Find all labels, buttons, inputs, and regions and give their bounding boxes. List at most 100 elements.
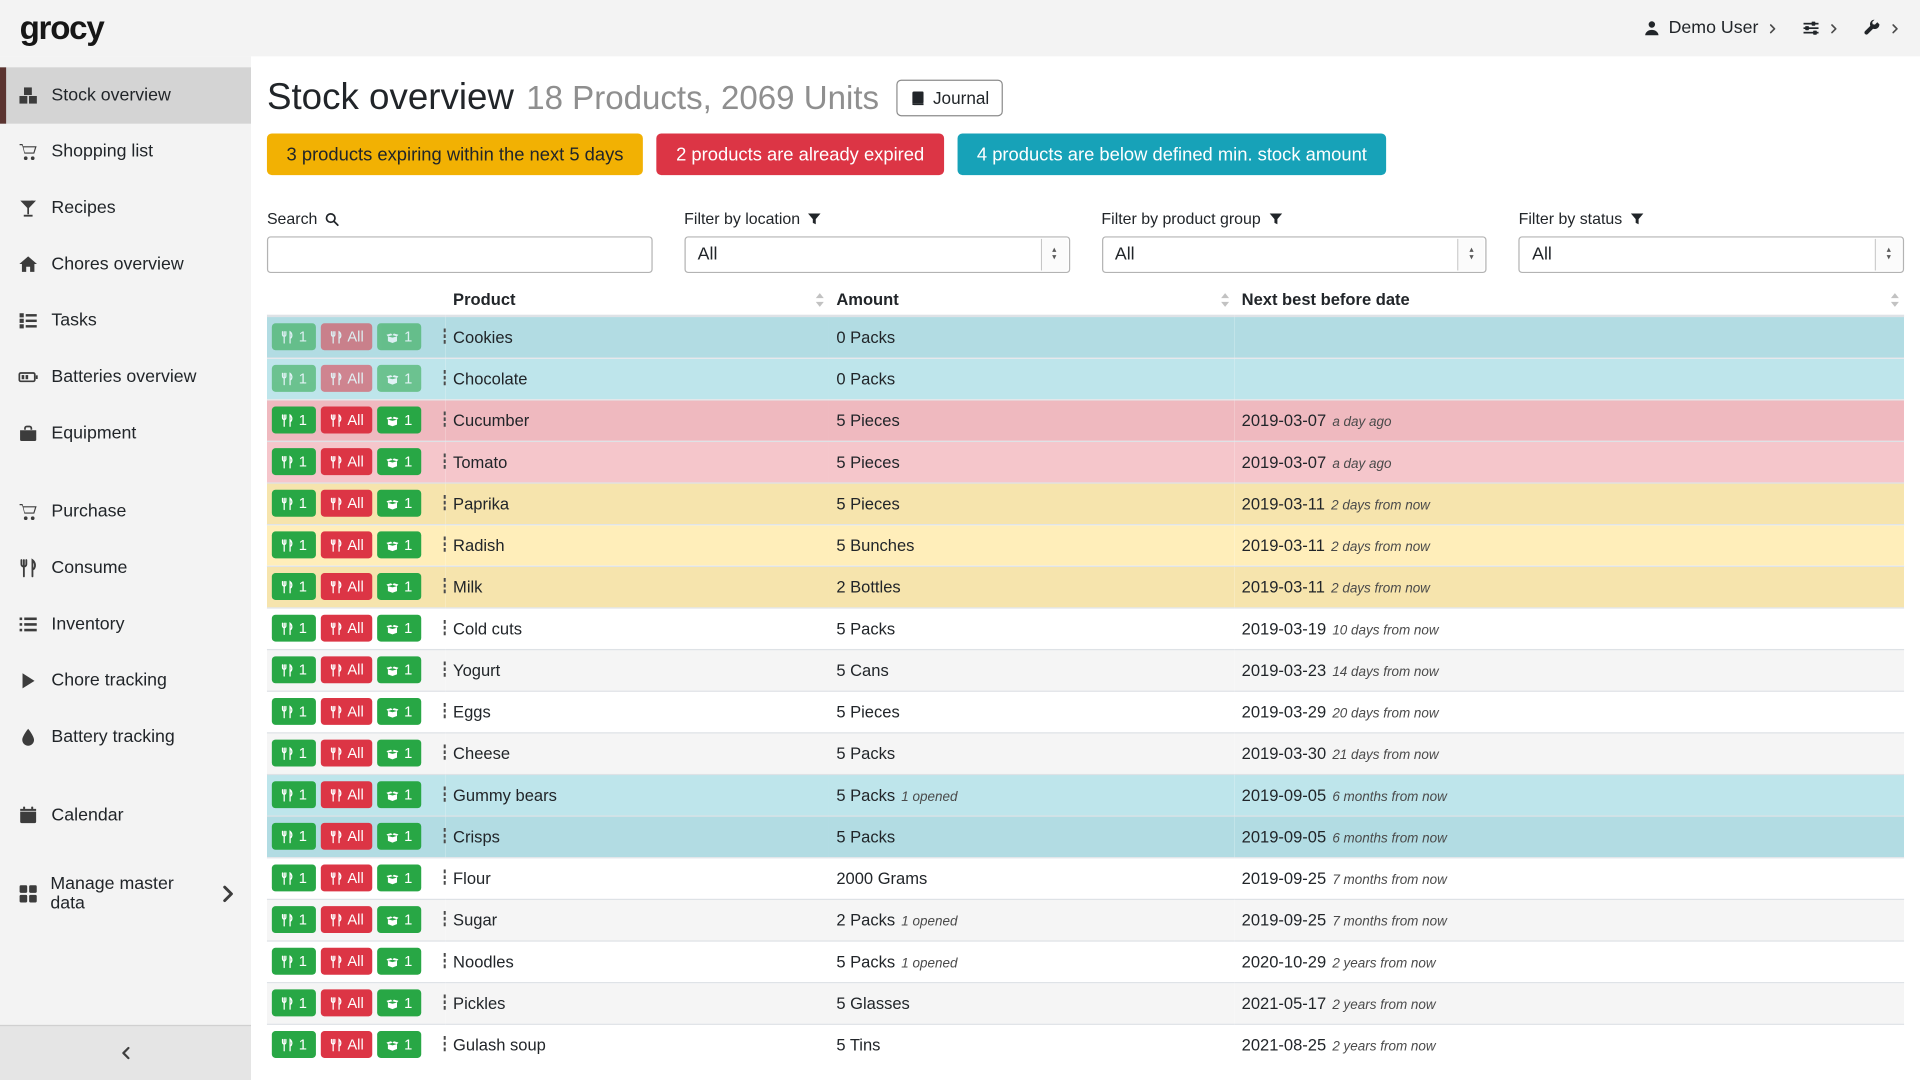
consume-all-button[interactable]: All — [320, 781, 372, 808]
expiring-alert-button[interactable]: 3 products expiring within the next 5 da… — [267, 133, 643, 175]
row-menu-button[interactable]: ⋮ — [432, 618, 446, 638]
column-header-amount[interactable]: Amount — [829, 284, 1234, 316]
row-menu-button[interactable]: ⋮ — [432, 410, 446, 430]
consume-one-button[interactable]: 1 — [272, 1031, 316, 1058]
sidebar-item-consume[interactable]: Consume — [0, 540, 251, 596]
open-one-button[interactable]: 1 — [377, 490, 421, 517]
sidebar-item-calendar[interactable]: Calendar — [0, 787, 251, 843]
consume-all-button[interactable]: All — [320, 615, 372, 642]
user-menu-button[interactable]: Demo User — [1643, 18, 1778, 38]
consume-one-button[interactable]: 1 — [272, 823, 316, 850]
below-min-stock-alert-button[interactable]: 4 products are below defined min. stock … — [957, 133, 1386, 175]
sidebar-item-chores-overview[interactable]: Chores overview — [0, 236, 251, 292]
consume-all-button[interactable]: All — [320, 740, 372, 767]
consume-one-button[interactable]: 1 — [272, 698, 316, 725]
consume-all-button[interactable]: All — [320, 448, 372, 475]
row-menu-button[interactable]: ⋮ — [432, 951, 446, 971]
row-menu-button[interactable]: ⋮ — [432, 827, 446, 847]
consume-one-button[interactable]: 1 — [272, 906, 316, 933]
open-one-button[interactable]: 1 — [377, 948, 421, 975]
consume-all-button[interactable]: All — [320, 864, 372, 891]
sidebar-item-equipment[interactable]: Equipment — [0, 405, 251, 461]
admin-menu-button[interactable] — [1864, 20, 1901, 37]
consume-one-button[interactable]: 1 — [272, 656, 316, 683]
consume-all-button[interactable]: All — [320, 989, 372, 1016]
row-menu-button[interactable]: ⋮ — [432, 493, 446, 513]
row-menu-button[interactable]: ⋮ — [432, 577, 446, 597]
consume-one-button[interactable]: 1 — [272, 781, 316, 808]
filter-status-select[interactable]: All▴▾ — [1519, 236, 1904, 273]
consume-all-button[interactable]: All — [320, 573, 372, 600]
row-menu-button[interactable]: ⋮ — [432, 743, 446, 763]
consume-one-button[interactable]: 1 — [272, 615, 316, 642]
column-header-product[interactable]: Product — [446, 284, 829, 316]
row-menu-button[interactable]: ⋮ — [432, 785, 446, 805]
consume-one-button[interactable]: 1 — [272, 740, 316, 767]
row-menu-button[interactable]: ⋮ — [432, 702, 446, 722]
open-one-button[interactable]: 1 — [377, 573, 421, 600]
row-menu-button[interactable]: ⋮ — [432, 910, 446, 930]
consume-one-button[interactable]: 1 — [272, 324, 316, 351]
consume-one-button[interactable]: 1 — [272, 864, 316, 891]
sidebar-item-tasks[interactable]: Tasks — [0, 293, 251, 349]
consume-one-button[interactable]: 1 — [272, 448, 316, 475]
consume-one-button[interactable]: 1 — [272, 989, 316, 1016]
consume-one-button[interactable]: 1 — [272, 490, 316, 517]
consume-one-button[interactable]: 1 — [272, 948, 316, 975]
consume-all-button[interactable]: All — [320, 531, 372, 558]
open-one-button[interactable]: 1 — [377, 1031, 421, 1058]
sidebar-item-battery-tracking[interactable]: Battery tracking — [0, 709, 251, 765]
consume-all-button[interactable]: All — [320, 823, 372, 850]
row-menu-button[interactable]: ⋮ — [432, 369, 446, 389]
consume-all-button[interactable]: All — [320, 698, 372, 725]
row-menu-button[interactable]: ⋮ — [432, 660, 446, 680]
open-one-button[interactable]: 1 — [377, 365, 421, 392]
grocy-logo[interactable]: grocy — [20, 9, 104, 47]
filter-product-group-select[interactable]: All▴▾ — [1101, 236, 1486, 273]
row-menu-button[interactable]: ⋮ — [432, 868, 446, 888]
consume-all-button[interactable]: All — [320, 407, 372, 434]
filter-location-select[interactable]: All▴▾ — [684, 236, 1069, 273]
consume-one-button[interactable]: 1 — [272, 531, 316, 558]
row-menu-button[interactable]: ⋮ — [432, 452, 446, 472]
open-one-button[interactable]: 1 — [377, 864, 421, 891]
open-one-button[interactable]: 1 — [377, 531, 421, 558]
row-menu-button[interactable]: ⋮ — [432, 993, 446, 1013]
consume-all-button[interactable]: All — [320, 490, 372, 517]
consume-one-button[interactable]: 1 — [272, 407, 316, 434]
sidebar-item-purchase[interactable]: Purchase — [0, 484, 251, 540]
consume-all-button[interactable]: All — [320, 365, 372, 392]
journal-button[interactable]: Journal — [896, 80, 1002, 117]
sidebar-item-recipes[interactable]: Recipes — [0, 180, 251, 236]
consume-all-button[interactable]: All — [320, 948, 372, 975]
sidebar-item-batteries-overview[interactable]: Batteries overview — [0, 349, 251, 405]
open-one-button[interactable]: 1 — [377, 698, 421, 725]
row-menu-button[interactable]: ⋮ — [432, 327, 446, 347]
row-menu-button[interactable]: ⋮ — [432, 1035, 446, 1055]
open-one-button[interactable]: 1 — [377, 615, 421, 642]
open-one-button[interactable]: 1 — [377, 823, 421, 850]
open-one-button[interactable]: 1 — [377, 448, 421, 475]
settings-menu-button[interactable] — [1802, 20, 1839, 37]
consume-one-button[interactable]: 1 — [272, 365, 316, 392]
consume-all-button[interactable]: All — [320, 324, 372, 351]
consume-one-button[interactable]: 1 — [272, 573, 316, 600]
open-one-button[interactable]: 1 — [377, 324, 421, 351]
sidebar-item-inventory[interactable]: Inventory — [0, 596, 251, 652]
consume-all-button[interactable]: All — [320, 906, 372, 933]
consume-all-button[interactable]: All — [320, 656, 372, 683]
search-input[interactable] — [267, 236, 652, 273]
sidebar-item-shopping-list[interactable]: Shopping list — [0, 124, 251, 180]
column-header-next-best-before-date[interactable]: Next best before date — [1234, 284, 1904, 316]
open-one-button[interactable]: 1 — [377, 656, 421, 683]
sidebar-item-chore-tracking[interactable]: Chore tracking — [0, 653, 251, 709]
sidebar-item-stock-overview[interactable]: Stock overview — [0, 67, 251, 123]
open-one-button[interactable]: 1 — [377, 407, 421, 434]
open-one-button[interactable]: 1 — [377, 989, 421, 1016]
consume-all-button[interactable]: All — [320, 1031, 372, 1058]
open-one-button[interactable]: 1 — [377, 740, 421, 767]
expired-alert-button[interactable]: 2 products are already expired — [657, 133, 944, 175]
sidebar-collapse-button[interactable] — [0, 1025, 251, 1080]
open-one-button[interactable]: 1 — [377, 781, 421, 808]
row-menu-button[interactable]: ⋮ — [432, 535, 446, 555]
